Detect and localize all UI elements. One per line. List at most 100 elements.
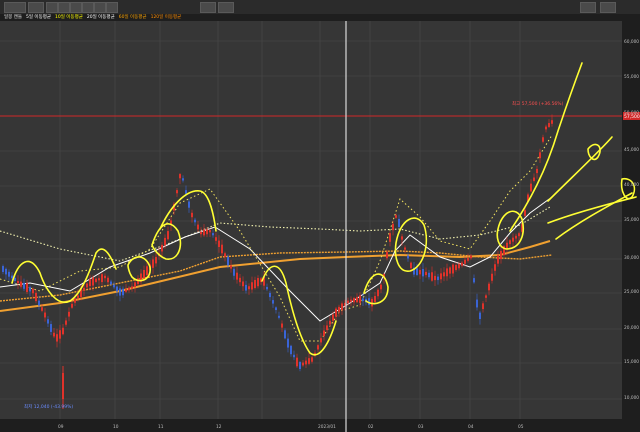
- candle-body: [182, 178, 184, 181]
- zoom-button[interactable]: [580, 2, 596, 13]
- candle-body: [290, 345, 292, 355]
- candle-body: [194, 219, 196, 223]
- candle-body: [17, 280, 19, 284]
- weekly-button[interactable]: [58, 2, 70, 13]
- price-tick-label: 55,000: [624, 74, 639, 80]
- candle-body: [410, 262, 412, 269]
- candle-body: [38, 300, 40, 306]
- candle-body: [233, 268, 235, 276]
- candle-body: [179, 174, 181, 179]
- monthly-button[interactable]: [70, 2, 82, 13]
- candle-body: [266, 286, 268, 290]
- candle-body: [284, 330, 286, 339]
- candle-body: [281, 323, 283, 328]
- candle-body: [89, 279, 91, 287]
- settings-button[interactable]: [218, 2, 234, 13]
- candle-body: [104, 275, 106, 279]
- candle-body: [542, 137, 544, 142]
- candle-body: [539, 152, 541, 159]
- candle-body: [431, 272, 433, 281]
- candle-body: [245, 284, 247, 291]
- candle-body: [164, 237, 166, 246]
- candle-body: [293, 354, 295, 358]
- candle-body: [86, 283, 88, 288]
- candle-body: [29, 287, 31, 292]
- price-tick-label: 40,000: [624, 182, 639, 188]
- candle-body: [455, 264, 457, 271]
- candle-body: [23, 282, 25, 289]
- time-tick-label: 10: [113, 424, 119, 430]
- candle-body: [215, 237, 217, 241]
- candle-body: [473, 278, 475, 283]
- price-tick-label: 30,000: [624, 255, 639, 261]
- symbol-selector[interactable]: [4, 2, 26, 13]
- candle-body: [350, 299, 352, 302]
- candle-body: [221, 244, 223, 254]
- candle-body: [62, 373, 64, 399]
- low-price-label: 최저 12,040 (-43.99%): [24, 403, 73, 410]
- candle-body: [98, 278, 100, 281]
- candle-body: [11, 275, 13, 279]
- candle-body: [374, 295, 376, 303]
- candle-body: [101, 274, 103, 283]
- candle-body: [476, 299, 478, 308]
- candle-body: [317, 345, 319, 350]
- candle-body: [452, 264, 454, 274]
- candle-body: [119, 288, 121, 296]
- candle-body: [530, 183, 532, 192]
- candle-body: [239, 277, 241, 283]
- tick-button[interactable]: [94, 2, 106, 13]
- candle-body: [311, 357, 313, 362]
- candle-body: [68, 311, 70, 317]
- candle-body: [56, 334, 58, 342]
- candle-body: [536, 168, 538, 174]
- price-tick-label: 25,000: [624, 289, 639, 295]
- legend-item: 120일 이동평균: [150, 15, 182, 20]
- candle-body: [332, 314, 334, 321]
- candle-body: [482, 303, 484, 310]
- candle-body: [458, 263, 460, 269]
- candle-body: [236, 272, 238, 280]
- candle-body: [44, 312, 46, 318]
- daily-button[interactable]: [46, 2, 58, 13]
- candle-body: [134, 282, 136, 287]
- candle-body: [386, 251, 388, 259]
- candle-body: [491, 273, 493, 281]
- candle-body: [299, 362, 301, 369]
- price-tick-label: 15,000: [624, 359, 639, 365]
- legend-item: 5일 이동평균: [26, 15, 51, 20]
- period-selector[interactable]: [28, 2, 44, 13]
- second-button[interactable]: [106, 2, 118, 13]
- candle-body: [449, 267, 451, 274]
- candle-body: [212, 233, 214, 236]
- candle-body: [545, 126, 547, 130]
- candle-body: [359, 295, 361, 303]
- candle-body: [146, 266, 148, 276]
- candle-body: [188, 201, 190, 208]
- search-button[interactable]: [200, 2, 216, 13]
- candle-body: [5, 268, 7, 275]
- candle-body: [191, 212, 193, 218]
- window-button[interactable]: [600, 2, 616, 13]
- minute-button[interactable]: [82, 2, 94, 13]
- candle-body: [269, 292, 271, 298]
- candle-body: [380, 284, 382, 290]
- candle-body: [110, 281, 112, 285]
- chart-toolbar: [0, 0, 640, 15]
- candle-body: [467, 258, 469, 261]
- candle-body: [338, 306, 340, 312]
- candle-body: [95, 278, 97, 282]
- price-tick-label: 35,000: [624, 217, 639, 223]
- candle-body: [377, 289, 379, 297]
- candle-body: [389, 233, 391, 242]
- candle-body: [47, 319, 49, 324]
- candle-body: [152, 259, 154, 268]
- candle-body: [329, 320, 331, 325]
- candle-body: [341, 303, 343, 311]
- candle-body: [32, 288, 34, 294]
- candle-body: [41, 307, 43, 311]
- indicator-legend: 일봉 캔들 5일 이동평균 10일 이동평균 20일 이동평균 60일 이동평균 120일…: [0, 14, 640, 21]
- candle-body: [71, 303, 73, 308]
- candle-body: [356, 297, 358, 303]
- price-chart[interactable]: 최고 57,500 (+36.56%) 57,500 최저 12,040 (-4…: [0, 21, 640, 432]
